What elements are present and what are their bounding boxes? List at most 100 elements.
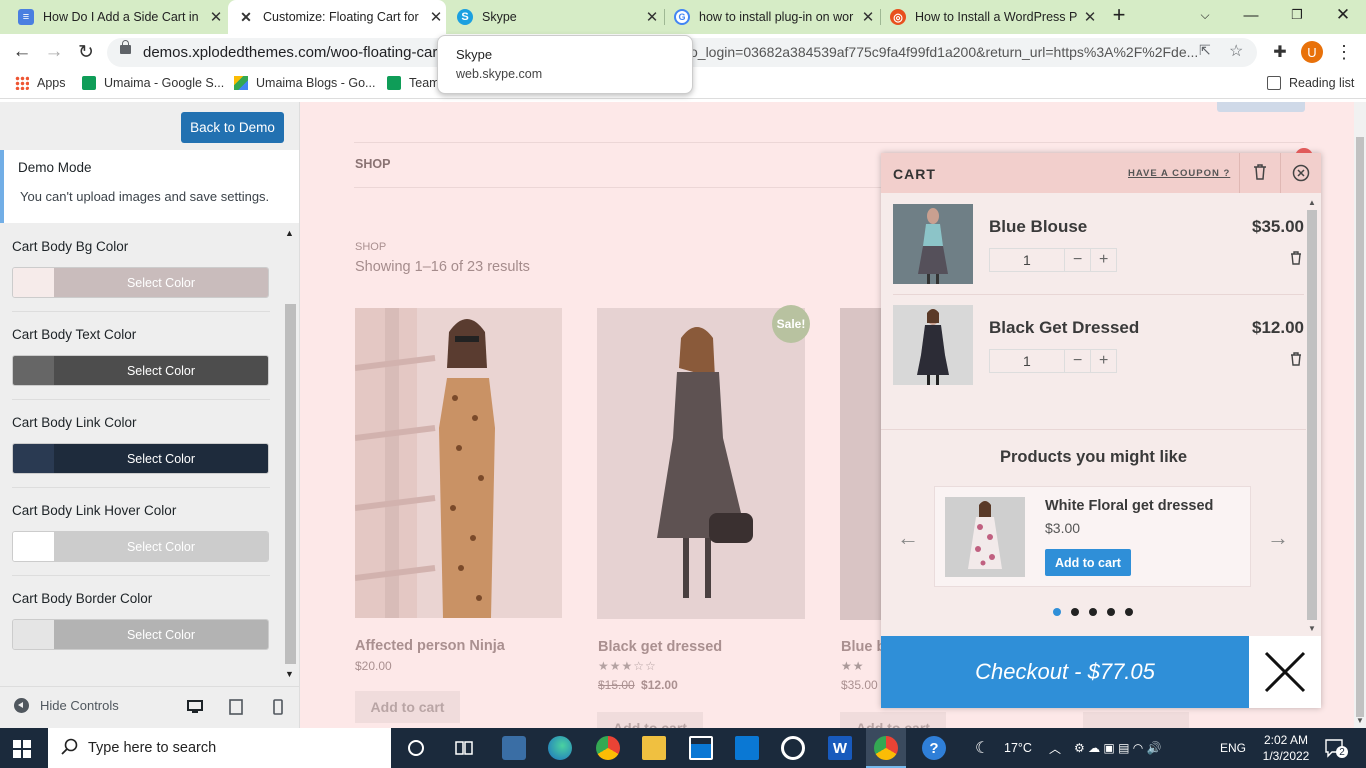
upsell-product-thumbnail[interactable] (945, 497, 1025, 577)
select-color-button[interactable]: Select Color (12, 355, 269, 386)
bookmark-apps[interactable]: Apps (15, 76, 66, 90)
clear-cart-trash-icon[interactable] (1253, 164, 1267, 185)
quantity-increase-button[interactable]: + (1090, 350, 1116, 372)
preview-scrollbar[interactable]: ▼ (1354, 102, 1366, 728)
bookmark-star-icon[interactable]: ☆ (1229, 41, 1243, 61)
microsoft-store-icon[interactable] (689, 736, 713, 760)
bookmark-umaima-sheets[interactable]: Umaima - Google S... (82, 76, 224, 90)
add-to-cart-button[interactable]: Add to cart (355, 691, 460, 723)
slider-prev-arrow-icon[interactable]: ← (897, 525, 919, 551)
nav-shop-link[interactable]: SHOP (355, 157, 390, 171)
hide-controls-button[interactable]: Hide Controls (14, 698, 119, 713)
share-icon[interactable]: ⇱ (1199, 42, 1211, 59)
bookmark-umaima-blogs[interactable]: Umaima Blogs - Go... (234, 76, 375, 90)
close-tab-icon[interactable]: ✕ (642, 8, 662, 26)
tab-skype[interactable]: S Skype ✕ (447, 0, 662, 34)
cart-item-thumbnail[interactable] (893, 204, 973, 284)
scroll-down-arrow-icon[interactable]: ▼ (1356, 716, 1364, 725)
select-color-button[interactable]: Select Color (12, 619, 269, 650)
select-color-button[interactable]: Select Color (12, 267, 269, 298)
weather-moon-icon[interactable]: ☾ (975, 728, 989, 768)
quantity-increase-button[interactable]: + (1090, 249, 1116, 271)
sidebar-scrollbar[interactable] (285, 304, 296, 664)
close-tab-icon[interactable]: ✕ (206, 8, 226, 26)
close-window-button[interactable]: ✕ (1320, 0, 1366, 30)
close-tab-icon[interactable]: ✕ (426, 8, 446, 26)
forward-button[interactable]: → (40, 38, 68, 66)
quantity-decrease-button[interactable]: − (1065, 350, 1091, 372)
tab-customize-floating-cart[interactable]: ✕ Customize: Floating Cart for ✕ (228, 0, 446, 34)
tab-install-wordpress-plugin[interactable]: ◎ How to Install a WordPress P ✕ (880, 0, 1100, 34)
slider-dot[interactable] (1125, 608, 1133, 616)
desktop-preview-icon[interactable] (185, 697, 205, 717)
product-title[interactable]: Black get dressed (598, 639, 722, 655)
cart-item-thumbnail[interactable] (893, 305, 973, 385)
select-color-button[interactable]: Select Color (12, 531, 269, 562)
taskbar-search-box[interactable]: Type here to search (48, 728, 391, 768)
tray-icons[interactable]: ⚙ ☁ ▣ ▤ ◠ 🔊 (1074, 728, 1162, 768)
cart-item-name[interactable]: Black Get Dressed (989, 318, 1139, 338)
word-icon[interactable]: W (828, 736, 852, 760)
mail-icon[interactable] (735, 736, 759, 760)
header-button[interactable] (1217, 102, 1305, 112)
new-tab-button[interactable]: + (1096, 0, 1142, 30)
bookmark-team[interactable]: Team (387, 76, 440, 90)
close-cart-icon[interactable] (1292, 164, 1310, 187)
weather-temperature[interactable]: 17°C (1004, 728, 1032, 768)
mobile-preview-icon[interactable] (268, 697, 288, 717)
taskbar-active-app[interactable] (866, 728, 906, 768)
back-button[interactable]: ← (8, 38, 36, 66)
remove-item-trash-icon[interactable] (1290, 352, 1302, 371)
slider-dot[interactable] (1107, 608, 1115, 616)
tab-how-do-i-add-side-cart[interactable]: ≡ How Do I Add a Side Cart in ✕ (8, 0, 226, 34)
slider-dot[interactable] (1053, 608, 1061, 616)
reload-button[interactable]: ↻ (72, 38, 100, 66)
remove-item-trash-icon[interactable] (1290, 251, 1302, 270)
chrome-icon[interactable] (596, 736, 620, 760)
tab-search-chevron-icon[interactable]: ⌵ (1182, 0, 1228, 30)
back-to-demo-button[interactable]: Back to Demo (181, 112, 284, 143)
add-to-cart-button[interactable]: Add to cart (597, 712, 703, 728)
scroll-down-arrow-icon[interactable]: ▼ (1308, 624, 1316, 633)
language-indicator[interactable]: ENG (1220, 728, 1246, 768)
add-to-cart-button[interactable]: Add to cart (840, 712, 946, 728)
windows-start-icon[interactable] (13, 740, 31, 763)
close-tab-icon[interactable]: ✕ (858, 8, 878, 26)
slider-dot[interactable] (1089, 608, 1097, 616)
add-to-cart-button[interactable] (1083, 712, 1189, 728)
cortana-icon[interactable] (404, 736, 428, 760)
quantity-input[interactable]: 1 (990, 249, 1065, 271)
task-view-icon[interactable] (452, 736, 476, 760)
product-image-black-get-dressed[interactable] (597, 308, 805, 619)
notification-center-icon[interactable]: 2 (1324, 728, 1348, 768)
scroll-up-arrow-icon[interactable]: ▲ (1308, 198, 1316, 207)
edge-icon[interactable] (548, 736, 572, 760)
tablet-preview-icon[interactable] (226, 697, 246, 717)
clock[interactable]: 2:02 AM 1/3/2022 (1260, 728, 1312, 768)
close-cart-button[interactable] (1249, 636, 1321, 708)
more-menu-icon[interactable]: ⋮ (1330, 38, 1358, 66)
product-title[interactable]: Affected person Ninja (355, 638, 505, 654)
pinned-app-icon[interactable] (502, 736, 526, 760)
profile-avatar[interactable]: U (1298, 38, 1326, 66)
quantity-decrease-button[interactable]: − (1065, 249, 1091, 271)
scroll-down-arrow-icon[interactable]: ▼ (285, 669, 294, 679)
product-image-affected-person-ninja[interactable] (355, 308, 562, 618)
product-title[interactable]: Blue b (841, 639, 885, 655)
tray-chevron-up-icon[interactable]: ︿ (1049, 728, 1061, 768)
app-icon[interactable] (781, 736, 805, 760)
tab-google-search[interactable]: G how to install plug-in on wor ✕ (664, 0, 878, 34)
scroll-up-arrow-icon[interactable]: ▲ (285, 228, 294, 238)
extensions-puzzle-icon[interactable]: ✚ (1266, 38, 1294, 66)
help-icon[interactable]: ? (922, 736, 946, 760)
upsell-product-name[interactable]: White Floral get dressed (1045, 498, 1213, 514)
quantity-input[interactable]: 1 (990, 350, 1065, 372)
checkout-button[interactable]: Checkout - $77.05 (881, 636, 1249, 708)
cart-scrollbar[interactable]: ▲ ▼ (1306, 198, 1318, 635)
slider-dot[interactable] (1071, 608, 1079, 616)
file-explorer-icon[interactable] (642, 736, 666, 760)
minimize-button[interactable]: — (1228, 0, 1274, 30)
coupon-link[interactable]: HAVE A COUPON ? (1128, 168, 1230, 179)
upsell-add-to-cart-button[interactable]: Add to cart (1045, 549, 1131, 576)
cart-item-name[interactable]: Blue Blouse (989, 217, 1087, 237)
